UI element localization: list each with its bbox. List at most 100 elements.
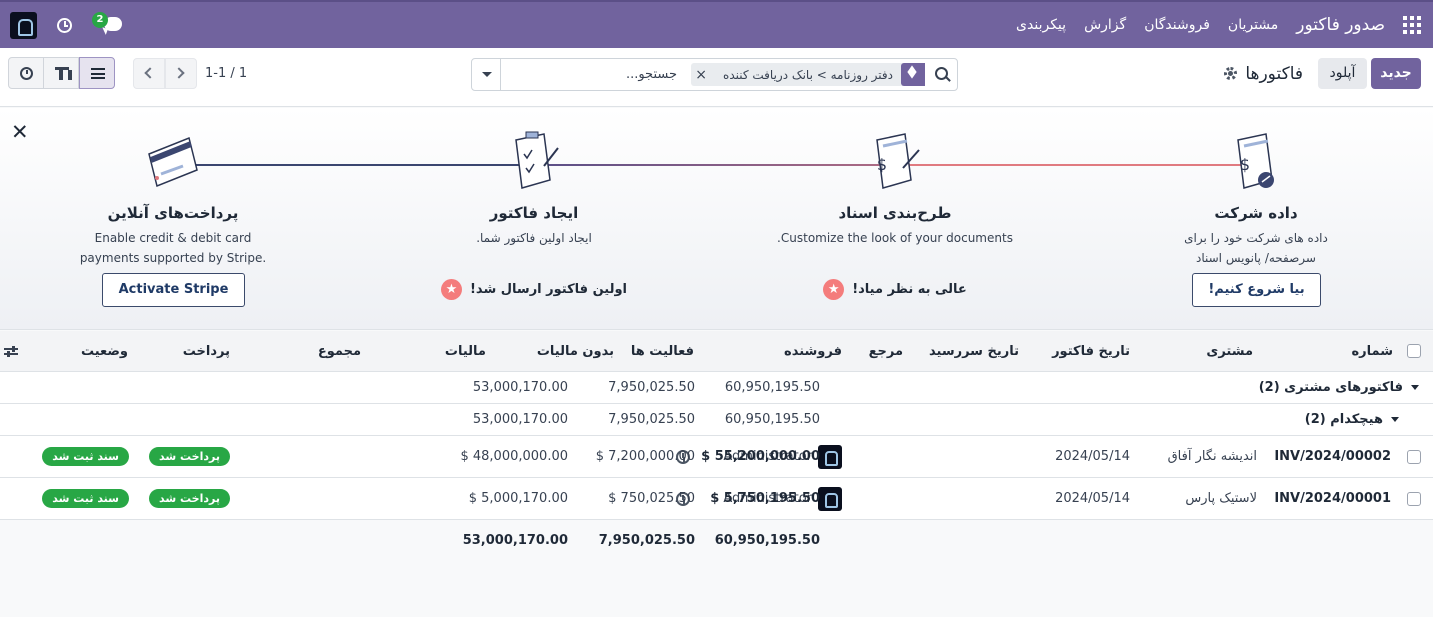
lets-start-button[interactable]: بیا شروع کنیم! — [1192, 273, 1321, 307]
step-title: ایجاد فاکتور — [489, 204, 579, 222]
group-tax: 7,950,025.50 — [608, 412, 695, 427]
invoice-number: INV/2024/00001 — [1274, 491, 1391, 506]
col-status[interactable]: وضعیت — [81, 331, 128, 371]
status-badge: سند ثبت شد — [42, 489, 129, 508]
chevron-down-icon[interactable] — [472, 59, 501, 90]
payment-status-badge: پرداخت شد — [149, 447, 230, 466]
menu-configuration[interactable]: پیکربندی — [1016, 17, 1066, 33]
invoice-date: 2024/05/14 — [1055, 491, 1130, 506]
progress-line — [542, 164, 902, 166]
menu-customers[interactable]: مشتریان — [1228, 17, 1278, 33]
subgroup-row[interactable]: هیچکدام (2) 53,000,170.00 7,950,025.50 6… — [0, 404, 1433, 436]
view-list-button[interactable] — [79, 57, 115, 89]
optional-columns-icon[interactable] — [4, 346, 18, 358]
star-icon: ★ — [441, 279, 462, 300]
group-row[interactable]: فاکتورهای مشتری (2) 53,000,170.00 60,950… — [0, 372, 1433, 404]
total-amount: $ 5,750,195.50 — [710, 491, 820, 506]
menu-reporting[interactable]: گزارش — [1084, 17, 1126, 33]
step-done-message: اولین فاکتور ارسال شد! ★ — [384, 279, 684, 300]
col-customer[interactable]: مشتری — [1206, 331, 1253, 371]
payment-cell: پرداخت شد — [149, 478, 230, 519]
layers-icon — [901, 63, 925, 86]
svg-text:$: $ — [877, 155, 887, 174]
done-label: اولین فاکتور ارسال شد! — [470, 282, 628, 297]
total-tax: 7,950,025.50 — [598, 532, 695, 548]
col-number[interactable]: شماره — [1351, 331, 1393, 371]
gear-icon[interactable] — [1224, 67, 1238, 80]
user-avatar[interactable] — [10, 11, 37, 39]
row-checkbox[interactable] — [1407, 491, 1421, 506]
invoice-checklist-icon — [515, 131, 559, 189]
close-icon[interactable]: ✕ — [11, 120, 29, 144]
table-row[interactable]: INV/2024/00002 اندیشه نگار آفاق 2024/05/… — [0, 436, 1433, 478]
total-untaxed: 53,000,170.00 — [462, 532, 568, 548]
pager-previous-button[interactable] — [133, 58, 165, 89]
col-untaxed[interactable]: بدون مالیات — [537, 331, 614, 371]
step-title: داده شرکت — [1214, 204, 1298, 222]
col-salesperson[interactable]: فروشنده — [784, 331, 842, 371]
nav-right: صدور فاکتور مشتریان فروشندگان گزارش پیکر… — [1016, 2, 1421, 48]
invoice-table: شماره مشتری تاریخ فاکتور تاریخ سررسید مر… — [0, 331, 1433, 560]
group-title: فاکتورهای مشتری (2) — [1258, 380, 1403, 395]
view-kanban-button[interactable] — [43, 57, 79, 89]
col-total[interactable]: مجموع — [318, 331, 361, 371]
pager-value[interactable]: 1-1 / 1 — [205, 58, 247, 89]
search-facet[interactable]: دفتر روزنامه > بانک دریافت کننده × — [691, 63, 925, 86]
star-icon: ★ — [823, 279, 845, 300]
select-all-checkbox[interactable] — [1407, 344, 1421, 358]
app-name[interactable]: صدور فاکتور — [1296, 15, 1385, 35]
new-button[interactable]: جدید — [1371, 58, 1421, 89]
payment-cell: پرداخت شد — [149, 436, 230, 477]
status-badge: سند ثبت شد — [42, 447, 129, 466]
tax-amount: $ 750,025.50 — [608, 491, 695, 506]
done-label: عالی به نظر میاد! — [852, 282, 967, 297]
col-invoice-date[interactable]: تاریخ فاکتور — [1052, 331, 1130, 371]
row-checkbox[interactable] — [1407, 449, 1421, 464]
col-tax[interactable]: مالیات — [445, 331, 486, 371]
page-title: فاکتورها — [1245, 63, 1303, 84]
untaxed-amount: $ 5,000,170.00 — [468, 491, 568, 506]
avatar — [818, 486, 842, 511]
table-row[interactable]: INV/2024/00001 لاستیک پارس 2024/05/14 Ad… — [0, 478, 1433, 520]
col-due-date[interactable]: تاریخ سررسید — [929, 331, 1019, 371]
search-icon[interactable] — [926, 59, 957, 90]
group-tax: 7,950,025.50 — [608, 380, 695, 395]
document-dollar-icon: $ — [1237, 133, 1274, 189]
document-layout-icon: $ — [876, 133, 920, 189]
upload-button[interactable]: آپلود — [1318, 58, 1367, 89]
group-label: هیچکدام (2) — [1305, 404, 1399, 435]
onboarding-panel: ✕ $ داده شرکت داده های شرکت خود را برای … — [0, 108, 1433, 330]
step-description: Enable credit & debit card payments supp… — [79, 231, 267, 265]
col-payment[interactable]: پرداخت — [183, 331, 230, 371]
col-activities[interactable]: فعالیت ها — [631, 331, 694, 371]
messaging-button[interactable]: 2 — [92, 12, 122, 36]
top-navbar: صدور فاکتور مشتریان فروشندگان گزارش پیکر… — [0, 0, 1433, 48]
chat-count-badge: 2 — [92, 12, 108, 28]
total-amount: $ 55,200,000.00 — [701, 449, 820, 464]
apps-menu-icon[interactable] — [1403, 16, 1421, 34]
credit-card-icon — [148, 136, 198, 188]
list-icon — [91, 68, 105, 79]
svg-text:$: $ — [1240, 155, 1250, 174]
view-activity-button[interactable] — [8, 57, 44, 89]
breadcrumb: فاکتورها — [1224, 58, 1303, 89]
search-input[interactable] — [497, 59, 677, 90]
step-description: Customize the look of your documents. — [777, 231, 1013, 245]
table-header: شماره مشتری تاریخ فاکتور تاریخ سررسید مر… — [0, 331, 1433, 372]
pager-next-button[interactable] — [165, 58, 197, 89]
search-bar: دفتر روزنامه > بانک دریافت کننده × — [471, 58, 958, 91]
tax-amount: $ 7,200,000.00 — [595, 449, 695, 464]
nav-left: 2 — [10, 2, 122, 48]
grand-total: 60,950,195.50 — [714, 532, 820, 548]
activate-stripe-button[interactable]: Activate Stripe — [102, 273, 245, 307]
progress-line — [192, 164, 542, 166]
menu-vendors[interactable]: فروشندگان — [1144, 17, 1210, 33]
activity-clock-icon[interactable] — [57, 17, 72, 33]
group-title: هیچکدام (2) — [1304, 412, 1383, 427]
customer-name: اندیشه نگار آفاق — [1167, 449, 1257, 464]
col-reference[interactable]: مرجع — [869, 331, 903, 371]
status-cell: سند ثبت شد — [42, 436, 129, 477]
close-icon[interactable]: × — [691, 67, 715, 83]
step-description: ایجاد اولین فاکتور شما. — [476, 231, 592, 245]
control-panel: جدید آپلود فاکتورها دفتر روزنامه > بانک … — [0, 48, 1433, 107]
